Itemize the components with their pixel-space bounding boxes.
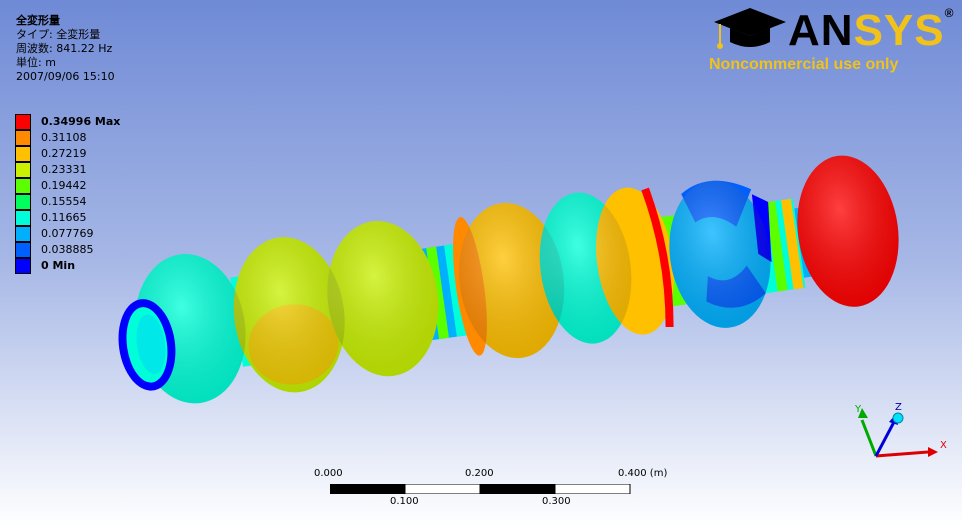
legend-label: 0.31108 (41, 131, 87, 144)
scale-bar: 0.000 0.200 0.400 (m) 0.100 0.300 (314, 468, 686, 518)
result-date: 2007/09/06 15:10 (16, 70, 115, 83)
legend-label: 0.23331 (41, 163, 87, 176)
triad-x-label: X (940, 440, 947, 451)
brand-an: AN (788, 6, 854, 55)
legend-label: 0.038885 (41, 243, 94, 256)
legend-swatch (15, 146, 31, 162)
scale-tick-top: 0.200 (465, 468, 494, 479)
legend-swatch (15, 162, 31, 178)
scale-tick-top: 0.000 (314, 468, 343, 479)
shade-overlay (797, 155, 899, 307)
result-info-panel: 全変形量 タイプ: 全変形量 周波数: 841.22 Hz 単位: m 2007… (16, 14, 115, 84)
license-tagline: Noncommercial use only (709, 56, 899, 73)
triad-y-label: Y (854, 404, 862, 415)
result-type: タイプ: 全変形量 (16, 28, 101, 41)
ansys-wordmark: ANSYS® (788, 6, 954, 56)
legend-swatch (15, 210, 31, 226)
triad-z-label: Z (895, 402, 902, 413)
scale-tick-bottom: 0.100 (390, 496, 419, 507)
legend-label: 0.077769 (41, 227, 94, 240)
result-unit: 単位: m (16, 56, 56, 69)
legend-swatch (15, 258, 31, 274)
graduation-cap-icon (714, 8, 786, 49)
legend-swatch (15, 114, 31, 130)
legend-swatch (15, 226, 31, 242)
axis-triad[interactable]: Y Z X (846, 398, 956, 468)
scale-bar-segments (330, 484, 631, 494)
brand-sys: SYS (853, 6, 945, 55)
legend-label: 0.11665 (41, 211, 87, 224)
ansys-logo: ANSYS® Noncommercial use only (706, 4, 953, 78)
legend-label: 0.27219 (41, 147, 87, 160)
result-frequency: 周波数: 841.22 Hz (16, 42, 113, 55)
legend-swatch (15, 178, 31, 194)
legend-label-min: 0 Min (41, 259, 76, 272)
shade-overlay (669, 180, 771, 328)
deformed-model-view[interactable] (0, 0, 962, 526)
scale-tick-top: 0.400 (m) (618, 468, 668, 479)
legend-label: 0.15554 (41, 195, 87, 208)
result-title: 全変形量 (16, 14, 60, 27)
scale-tick-bottom: 0.300 (542, 496, 571, 507)
legend-label: 0.19442 (41, 179, 87, 192)
legend-swatch (15, 242, 31, 258)
legend-label-max: 0.34996 Max (41, 115, 121, 128)
legend-swatch (15, 194, 31, 210)
registered-mark: ® (944, 6, 955, 20)
legend-swatch (15, 130, 31, 146)
